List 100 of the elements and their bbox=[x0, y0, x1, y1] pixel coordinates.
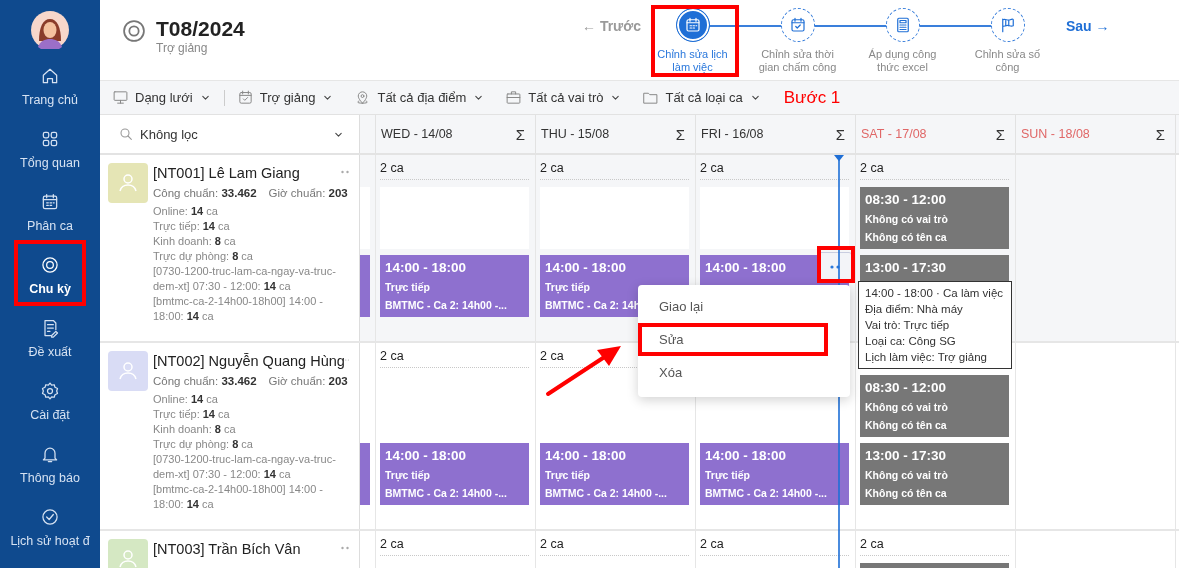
shift-time: 14:00 - 18:00 bbox=[545, 259, 627, 277]
shift-role: Không có vai trò bbox=[865, 212, 948, 227]
shift-role: Trực tiếp bbox=[545, 280, 590, 296]
sum-icon[interactable]: Σ bbox=[515, 125, 525, 143]
filter-select[interactable]: Không lọc bbox=[100, 115, 360, 153]
drag-handle-icon[interactable] bbox=[341, 546, 349, 550]
shift-role: Trực tiếp bbox=[385, 468, 430, 484]
shift-role: Không có vai trò bbox=[865, 400, 948, 415]
shift-time: 13:00 - 17:30 bbox=[865, 447, 947, 465]
shift-time: 14:00 - 18:00 bbox=[545, 447, 627, 465]
shift-count: 2 ca bbox=[380, 343, 529, 368]
day-label: SAT - 17/08 bbox=[861, 127, 927, 141]
search-icon bbox=[118, 126, 134, 142]
sidebar-item[interactable]: Lịch sử hoạt đ bbox=[0, 503, 100, 566]
tooltip-line: Địa điểm: Nhà máy bbox=[865, 302, 963, 317]
sum-icon[interactable]: Σ bbox=[1155, 125, 1165, 143]
check-circle-icon bbox=[40, 507, 60, 527]
standard-hours-text: Giờ chuẩn: 203 bbox=[268, 375, 348, 387]
calendar-icon bbox=[683, 16, 702, 34]
shift-time: 14:00 - 18:00 bbox=[705, 259, 787, 277]
employee-name: [NT003] Trần Bích Vân bbox=[153, 540, 301, 559]
filter-dropdown[interactable]: Tất cả vai trò bbox=[505, 89, 623, 106]
sidebar-item[interactable]: Phân ca bbox=[0, 188, 100, 251]
sidebar-item[interactable]: Đề xuất bbox=[0, 314, 100, 377]
drag-handle-icon[interactable] bbox=[341, 170, 349, 174]
sidebar-item[interactable]: Trang chủ bbox=[0, 62, 100, 125]
sum-icon[interactable]: Σ bbox=[995, 125, 1005, 143]
target-icon bbox=[40, 255, 60, 275]
day-label: THU - 15/08 bbox=[541, 127, 610, 141]
shift-count: 2 ca bbox=[860, 531, 1009, 556]
tooltip-line: Vai trò: Trực tiếp bbox=[865, 318, 950, 333]
filter-dropdown[interactable]: Trợ giảng bbox=[236, 89, 335, 106]
shift-time: 14:00 - 18:00 bbox=[385, 259, 467, 277]
step-item[interactable]: Chỉnh sửa thời gian chấm công bbox=[745, 0, 850, 74]
stat-line: [bmtmc-ca-2-14h00-18h00] 14:00 - 18:00: 14 ca bbox=[153, 482, 324, 512]
sidebar-item[interactable]: Cài đặt bbox=[0, 377, 100, 440]
shift-name: Không có tên ca bbox=[865, 486, 947, 501]
shift-time: 08:30 - 12:00 bbox=[865, 191, 947, 209]
stat-line: [0730-1200-truc-lam-ca-ngay-va-truc-dem-xt] 07:30 - 12:00: 14 ca bbox=[153, 264, 337, 294]
stat-line: Trực dự phòng: 8 ca bbox=[153, 249, 254, 264]
step-item[interactable]: Chỉnh sửa số công bbox=[955, 0, 1060, 74]
stat-line: Kinh doanh: 8 ca bbox=[153, 422, 237, 437]
calendar-icon bbox=[40, 192, 60, 212]
shift-name: Không có tên ca bbox=[865, 230, 947, 245]
standard-hours-text: Giờ chuẩn: 203 bbox=[268, 187, 348, 199]
page-title: T08/2024 bbox=[156, 17, 245, 41]
shift-role: Không có vai trò bbox=[865, 468, 948, 483]
shift-time: 14:00 - 18:00 bbox=[385, 447, 467, 465]
standard-work-text: Công chuẩn: 33.462 bbox=[153, 187, 257, 199]
shift-name: BMTMC - Ca 2: 14h00 -... bbox=[545, 486, 667, 501]
target-icon bbox=[120, 17, 148, 45]
menu-item[interactable]: Giao lại bbox=[638, 290, 850, 323]
shift-count: 2 ca bbox=[540, 155, 689, 180]
page-subtitle: Trợ giảng bbox=[156, 41, 209, 55]
gear-icon bbox=[40, 381, 60, 401]
step-item[interactable]: Chỉnh sửa lịch làm việc bbox=[640, 0, 745, 74]
sidebar-item[interactable]: Chu kỳ bbox=[0, 251, 100, 314]
home-icon bbox=[40, 66, 60, 86]
tooltip-line: 14:00 - 18:00 · Ca làm việc bbox=[865, 286, 1004, 301]
briefcase-icon bbox=[505, 89, 523, 106]
employee-name: [NT002] Nguyễn Quang Hùng bbox=[153, 352, 345, 371]
filter-dropdown[interactable]: Tất cả địa điểm bbox=[354, 89, 486, 106]
calendar-check-icon bbox=[788, 16, 807, 34]
monitor-icon bbox=[112, 89, 129, 106]
stat-line: Trực tiếp: 14 ca bbox=[153, 407, 231, 422]
shift-card bbox=[360, 443, 370, 505]
sum-icon[interactable]: Σ bbox=[835, 125, 845, 143]
sidebar-item[interactable]: Thông báo bbox=[0, 440, 100, 503]
stat-line: [0730-1200-truc-lam-ca-ngay-va-truc-dem-xt] 07:30 - 12:00: 14 ca bbox=[153, 452, 337, 482]
filter-dropdown[interactable]: Tất cả loại ca bbox=[642, 89, 762, 106]
day-label: SUN - 18/08 bbox=[1021, 127, 1090, 141]
next-link[interactable]: Sau → bbox=[1066, 0, 1110, 34]
shift-time: 13:00 - 17:30 bbox=[865, 259, 947, 277]
avatar bbox=[31, 11, 69, 49]
day-label: WED - 14/08 bbox=[381, 127, 453, 141]
stat-line: Trực dự phòng: 8 ca bbox=[153, 437, 254, 452]
tooltip-line: Lịch làm việc: Trợ giảng bbox=[865, 350, 987, 365]
filter-dropdown[interactable]: Dạng lưới bbox=[112, 89, 212, 106]
shift-role: Trực tiếp bbox=[545, 468, 590, 484]
shift-count: 2 ca bbox=[380, 531, 529, 556]
stat-line: Online: 14 ca bbox=[153, 392, 219, 407]
shift-role: Trực tiếp bbox=[705, 468, 750, 484]
standard-work-text: Công chuẩn: 33.462 bbox=[153, 375, 257, 387]
shift-card bbox=[360, 255, 370, 317]
shift-time: 14:00 - 18:00 bbox=[705, 447, 787, 465]
shift-name: BMTMC - Ca 2: 14h00 -... bbox=[705, 486, 827, 501]
grid-icon bbox=[40, 129, 60, 149]
employee-name: [NT001] Lê Lam Giang bbox=[153, 164, 300, 183]
shift-name: Không có tên ca bbox=[865, 418, 947, 433]
sum-icon[interactable]: Σ bbox=[675, 125, 685, 143]
shift-time: 08:30 - 12:00 bbox=[865, 379, 947, 397]
calendar-check-icon bbox=[236, 89, 254, 106]
sidebar-item[interactable]: Tổng quan bbox=[0, 125, 100, 188]
stat-line: Online: 14 ca bbox=[153, 204, 219, 219]
shift-name: BMTMC - Ca 2: 14h00 -... bbox=[385, 298, 507, 313]
shift-count: 2 ca bbox=[860, 155, 1009, 180]
stat-line: Trực tiếp: 14 ca bbox=[153, 219, 231, 234]
day-label: FRI - 16/08 bbox=[701, 127, 764, 141]
step-item[interactable]: Áp dụng công thức excel bbox=[850, 0, 955, 74]
shift-role: Trực tiếp bbox=[385, 280, 430, 296]
